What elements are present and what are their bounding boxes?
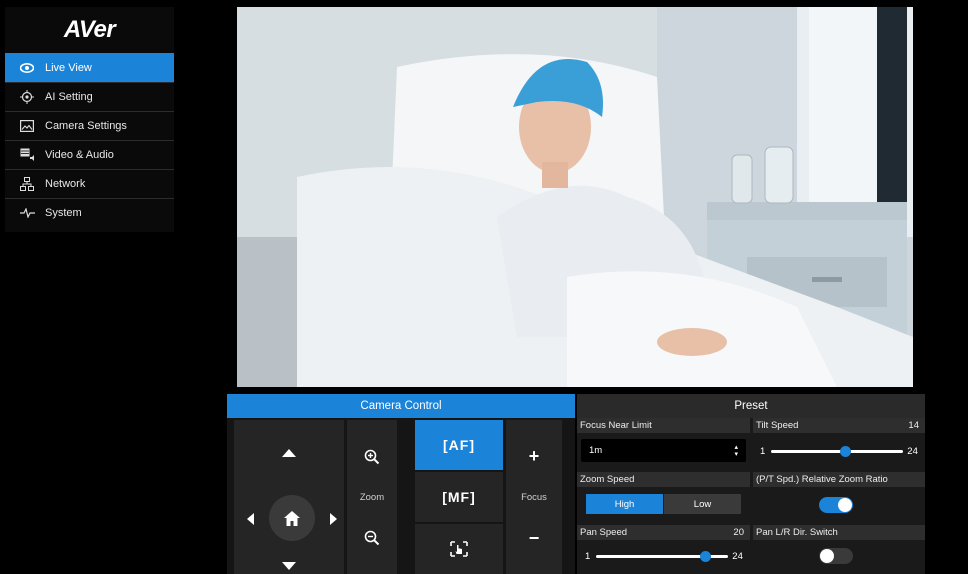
zoom-controls: Zoom <box>347 420 397 574</box>
pan-speed-knob[interactable] <box>700 550 712 562</box>
zoom-in-button[interactable] <box>347 442 397 472</box>
mf-button-label: [MF] <box>442 489 476 505</box>
camera-control-tab[interactable]: Camera Control <box>227 394 575 418</box>
focus-near-button[interactable]: + <box>506 438 562 474</box>
camera-control-panel: Camera Control Zoom [AF] [MF] + Focus − <box>227 394 575 574</box>
focus-label: Focus <box>521 492 547 503</box>
sidebar-item-label: Live View <box>45 62 92 74</box>
preset-tab[interactable]: Preset <box>577 394 925 418</box>
sidebar-item-live-view[interactable]: Live View <box>5 53 174 82</box>
focus-mode-buttons: [AF] [MF] <box>415 420 503 574</box>
pan-speed-slider-row: 1 24 <box>585 549 750 563</box>
pan-speed-max: 24 <box>732 550 743 562</box>
zoom-in-icon <box>364 449 380 465</box>
ai-target-icon <box>19 89 35 105</box>
aver-logo: AVer <box>63 16 116 43</box>
zoom-speed-high-option[interactable]: High <box>586 494 663 514</box>
touch-focus-icon <box>450 541 468 557</box>
tilt-speed-value: 14 <box>908 420 919 431</box>
sidebar-item-label: System <box>45 207 82 219</box>
home-button[interactable] <box>269 495 315 541</box>
tilt-speed-slider-row: 1 24 <box>760 444 925 458</box>
focus-near-limit-value: 1m <box>589 445 603 456</box>
sidebar-item-camera-settings[interactable]: Camera Settings <box>5 111 174 140</box>
sidebar-item-label: Network <box>45 178 86 190</box>
tilt-speed-max: 24 <box>907 445 918 457</box>
pan-right-button[interactable] <box>330 513 337 525</box>
toggle-knob <box>820 549 834 563</box>
tilt-speed-slider[interactable] <box>771 445 904 457</box>
ptz-direction-pad <box>234 420 344 574</box>
zoom-label: Zoom <box>359 492 385 503</box>
sidebar-item-network[interactable]: Network <box>5 169 174 198</box>
auto-focus-button[interactable]: [AF] <box>415 420 503 470</box>
sidebar-item-system[interactable]: System <box>5 198 174 227</box>
focus-near-limit-select[interactable]: 1m ▴ ▾ <box>581 439 746 462</box>
focus-far-button[interactable]: − <box>506 520 562 556</box>
network-icon <box>19 176 35 192</box>
pan-speed-label: Pan Speed <box>580 527 628 538</box>
zoom-speed-low-option[interactable]: Low <box>664 494 741 514</box>
pulse-icon <box>19 205 35 221</box>
image-icon <box>19 118 35 134</box>
focus-controls: + Focus − <box>506 420 562 574</box>
toggle-knob <box>838 498 852 512</box>
eye-icon <box>19 60 35 76</box>
relative-zoom-ratio-toggle[interactable] <box>819 497 853 513</box>
pan-speed-slider[interactable] <box>596 550 729 562</box>
preset-panel: Preset Focus Near Limit 1m ▴ ▾ Zoom Speed… <box>577 394 925 574</box>
tilt-speed-knob[interactable] <box>840 445 852 457</box>
home-icon <box>284 510 300 526</box>
zoom-out-icon <box>364 530 380 546</box>
pan-speed-label-row: Pan Speed 20 <box>577 525 750 540</box>
zoom-speed-label: Zoom Speed <box>577 472 750 487</box>
relative-zoom-ratio-label: (P/T Spd.) Relative Zoom Ratio <box>753 472 925 487</box>
focus-near-limit-label: Focus Near Limit <box>577 418 750 433</box>
zoom-out-button[interactable] <box>347 523 397 553</box>
af-button-label: [AF] <box>442 437 475 453</box>
sidebar: AVer Live View AI Setting Camera Setting… <box>5 7 174 232</box>
pan-direction-switch-label: Pan L/R Dir. Switch <box>753 525 925 540</box>
tilt-speed-min: 1 <box>760 445 766 457</box>
tilt-speed-label: Tilt Speed <box>756 420 799 431</box>
sidebar-item-label: Video & Audio <box>45 149 114 161</box>
sidebar-item-label: Camera Settings <box>45 120 127 132</box>
pan-speed-min: 1 <box>585 550 591 562</box>
app-root: AVer Live View AI Setting Camera Setting… <box>0 0 968 574</box>
touch-focus-button[interactable] <box>415 524 503 574</box>
manual-focus-button[interactable]: [MF] <box>415 472 503 522</box>
live-video-feed <box>237 7 913 387</box>
tilt-speed-label-row: Tilt Speed 14 <box>753 418 925 433</box>
sidebar-item-ai-setting[interactable]: AI Setting <box>5 82 174 111</box>
sidebar-item-video-audio[interactable]: Video & Audio <box>5 140 174 169</box>
sidebar-item-label: AI Setting <box>45 91 93 103</box>
pan-down-button[interactable] <box>282 562 296 570</box>
select-arrows-icon: ▴ ▾ <box>734 443 738 458</box>
video-audio-icon <box>19 147 35 163</box>
video-frame-image <box>237 7 913 387</box>
pan-direction-switch-toggle[interactable] <box>819 548 853 564</box>
pan-speed-value: 20 <box>733 527 744 538</box>
pan-left-button[interactable] <box>247 513 254 525</box>
pan-up-button[interactable] <box>282 449 296 457</box>
